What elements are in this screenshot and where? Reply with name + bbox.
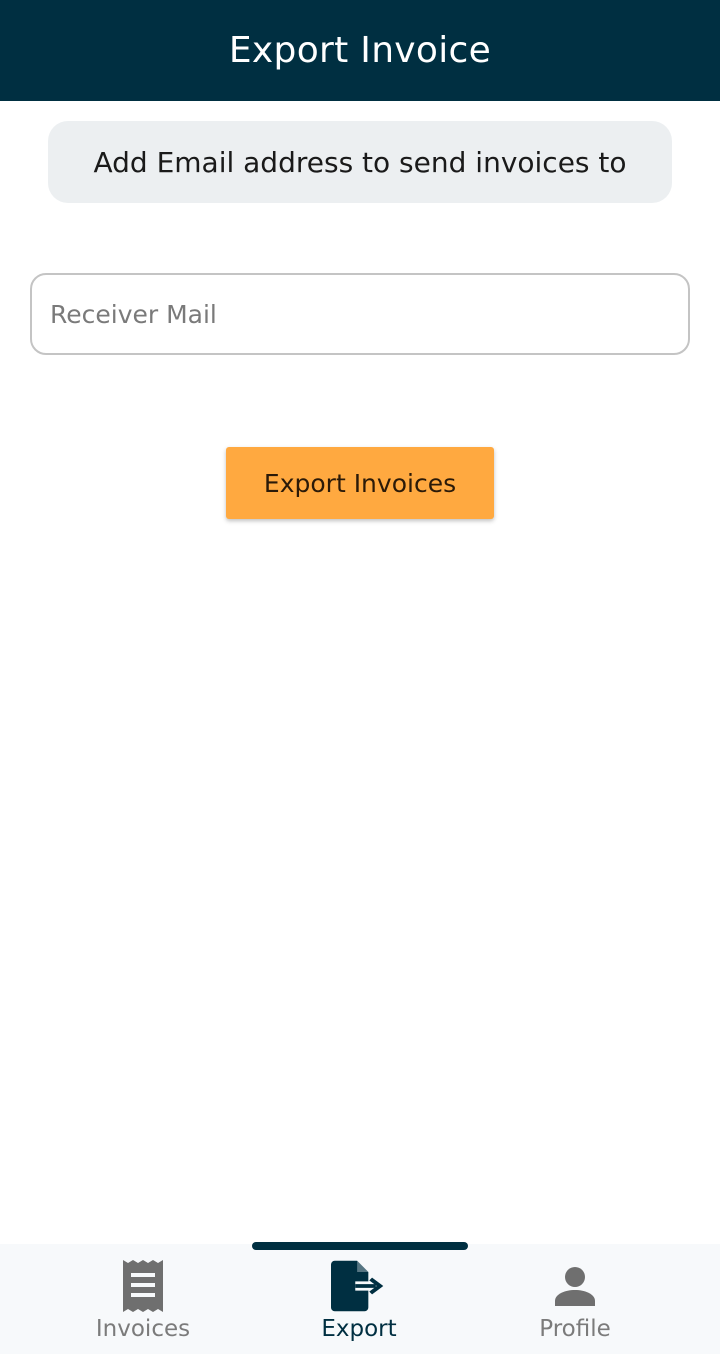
nav-label-profile: Profile: [539, 1316, 611, 1342]
nav-item-export[interactable]: Export: [269, 1258, 449, 1348]
app-root: Export Invoice Add Email address to send…: [0, 0, 720, 1354]
app-bar: Export Invoice: [0, 0, 720, 101]
receiver-mail-field[interactable]: [30, 273, 690, 355]
nav-item-profile[interactable]: Profile: [485, 1258, 665, 1348]
nav-label-export: Export: [321, 1316, 397, 1342]
info-chip: Add Email address to send invoices to: [48, 121, 672, 203]
file-export-icon: [331, 1258, 387, 1314]
nav-label-invoices: Invoices: [95, 1316, 191, 1342]
person-icon: [547, 1258, 603, 1314]
receipt-icon: [115, 1258, 171, 1314]
export-invoices-button[interactable]: Export Invoices: [226, 447, 494, 519]
receiver-mail-input[interactable]: [32, 275, 688, 353]
nav-item-invoices[interactable]: Invoices: [53, 1258, 233, 1348]
bottom-navigation: Invoices Export Profile: [0, 1242, 720, 1354]
page-title: Export Invoice: [228, 30, 492, 71]
active-tab-indicator: [252, 1242, 468, 1250]
